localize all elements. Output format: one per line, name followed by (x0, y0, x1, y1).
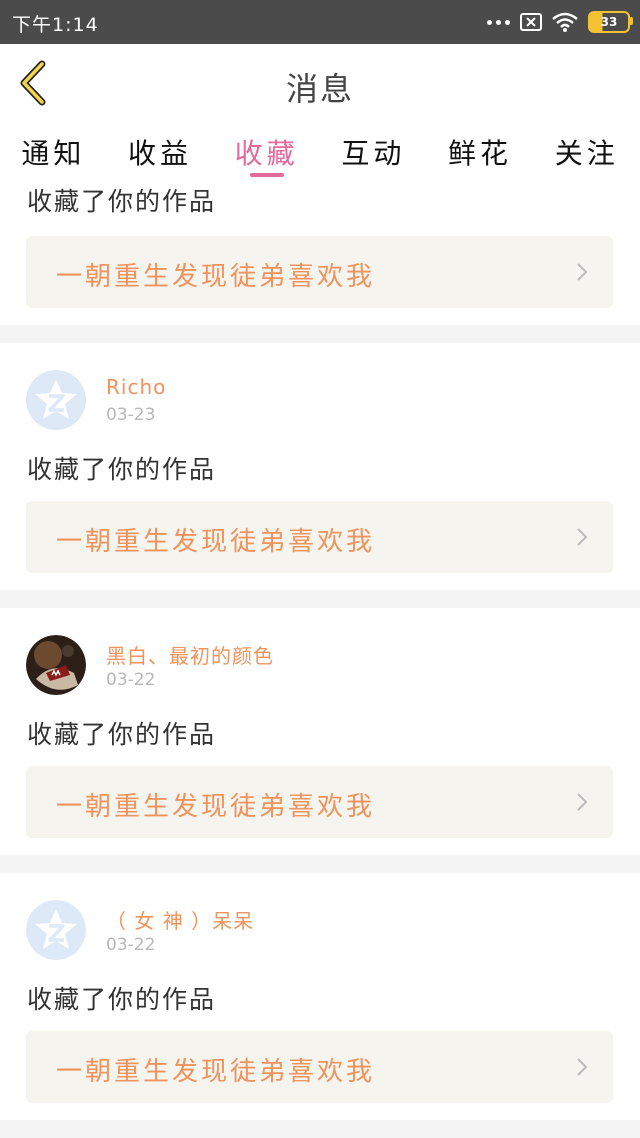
tab-favorites[interactable]: 收藏 (213, 122, 320, 180)
date: 03-22 (106, 670, 156, 690)
work-title: 一朝重生发现徒弟喜欢我 (56, 527, 376, 557)
sim-card-icon (520, 13, 542, 31)
tab-interaction[interactable]: 互动 (320, 122, 427, 180)
avatar[interactable] (26, 635, 86, 695)
tab-earnings[interactable]: 收益 (107, 122, 214, 180)
chevron-right-icon (577, 1058, 587, 1076)
work-title: 一朝重生发现徒弟喜欢我 (56, 1057, 376, 1087)
default-avatar-icon (26, 900, 86, 960)
status-time: 下午1:14 (12, 14, 99, 36)
action-text: 收藏了你的作品 (27, 720, 217, 749)
battery-icon: 33 (588, 11, 633, 33)
username[interactable]: （ 女 神 ）呆呆 (106, 905, 254, 934)
work-link[interactable]: 一朝重生发现徒弟喜欢我 (26, 501, 613, 573)
work-link[interactable]: 一朝重生发现徒弟喜欢我 (26, 236, 613, 308)
page-title: 消息 (285, 70, 354, 108)
list-item: 黑白、最初的颜色 03-22 收藏了你的作品 一朝重生发现徒弟喜欢我 (0, 608, 640, 855)
chevron-right-icon (577, 793, 587, 811)
work-title: 一朝重生发现徒弟喜欢我 (56, 262, 376, 292)
work-link[interactable]: 一朝重生发现徒弟喜欢我 (26, 766, 613, 838)
date: 03-23 (106, 405, 156, 425)
more-dots-icon (487, 19, 510, 25)
wifi-icon (552, 12, 578, 32)
username[interactable]: Richo (106, 375, 166, 399)
date: 03-22 (106, 935, 156, 955)
list-item: （ 女 神 ）呆呆 03-22 收藏了你的作品 一朝重生发现徒弟喜欢我 (0, 873, 640, 1120)
tab-flowers[interactable]: 鲜花 (427, 122, 534, 180)
action-text: 收藏了你的作品 (27, 985, 217, 1014)
username[interactable]: 黑白、最初的颜色 (106, 640, 274, 669)
list-item: 收藏了你的作品 一朝重生发现徒弟喜欢我 (0, 180, 640, 325)
chevron-right-icon (577, 263, 587, 281)
action-text: 收藏了你的作品 (27, 455, 217, 484)
default-avatar-icon (26, 370, 86, 430)
list-item: Richo 03-23 收藏了你的作品 一朝重生发现徒弟喜欢我 (0, 343, 640, 590)
battery-level: 33 (600, 15, 618, 29)
status-bar: 下午1:14 33 (0, 0, 640, 44)
work-title: 一朝重生发现徒弟喜欢我 (56, 792, 376, 822)
header: 消息 (0, 44, 640, 123)
tab-notifications[interactable]: 通知 (0, 122, 107, 180)
action-text: 收藏了你的作品 (27, 187, 217, 216)
photo-avatar-icon (26, 635, 86, 695)
work-link[interactable]: 一朝重生发现徒弟喜欢我 (26, 1031, 613, 1103)
avatar[interactable] (26, 900, 86, 960)
chevron-right-icon (577, 528, 587, 546)
status-icons: 33 (487, 10, 633, 34)
avatar[interactable] (26, 370, 86, 430)
tab-follow[interactable]: 关注 (533, 122, 640, 180)
message-list: 收藏了你的作品 一朝重生发现徒弟喜欢我 Richo 03-23 收藏了你的作品 … (0, 180, 640, 1138)
tab-bar: 通知 收益 收藏 互动 鲜花 关注 (0, 122, 640, 180)
